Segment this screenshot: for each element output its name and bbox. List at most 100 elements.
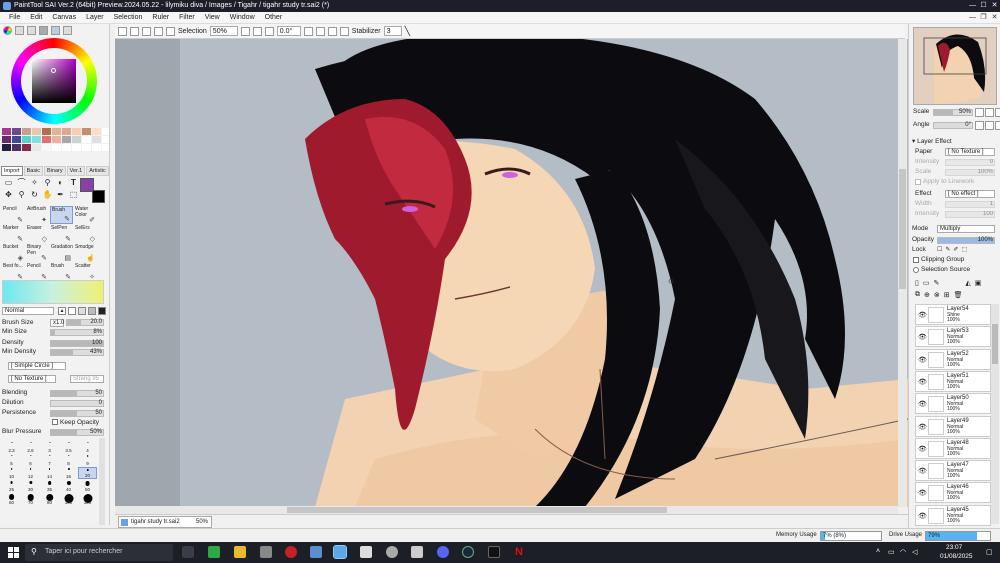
menu-edit[interactable]: Edit <box>25 12 47 23</box>
rotate-left-icon[interactable] <box>303 26 313 36</box>
menu-ruler[interactable]: Ruler <box>147 12 174 23</box>
rotate-reset-icon[interactable] <box>327 26 337 36</box>
redo-icon[interactable] <box>130 26 139 36</box>
visibility-eye-icon[interactable]: 👁 <box>918 311 927 319</box>
nav-scale-slider[interactable]: 50% <box>933 109 973 116</box>
color-fill-icon[interactable]: ◐ <box>55 178 66 188</box>
eyedropper-icon[interactable]: ⚲ <box>42 178 53 188</box>
menu-layer[interactable]: Layer <box>81 12 109 23</box>
layer-row[interactable]: 👁 Layer52 Normal 100% <box>915 348 991 370</box>
swatch-icon[interactable] <box>39 26 48 35</box>
layer-row[interactable]: 👁 Layer47 Normal 100% <box>915 460 991 482</box>
brush-size-preset[interactable]: 4 <box>78 441 97 453</box>
new-folder-icon[interactable]: ▭ <box>923 279 930 287</box>
tool-gradation[interactable]: Gradation ▤ <box>50 244 73 262</box>
invert-selection-icon[interactable] <box>154 26 163 36</box>
brush-size-preset[interactable]: 80 <box>40 493 59 505</box>
wifi-icon[interactable]: ◠ <box>900 548 906 556</box>
brush-size-preset[interactable]: 100 <box>59 493 78 505</box>
visibility-eye-icon[interactable]: 👁 <box>918 378 927 386</box>
line-tool-icon[interactable]: ╲ <box>405 26 410 37</box>
tool-watercolor[interactable]: Water Color ✐ <box>74 206 97 224</box>
taskbar-date[interactable]: 01/08/2025 <box>940 553 973 560</box>
tool-brush[interactable]: Brush ✎ <box>50 206 73 224</box>
new-pen-layer-icon[interactable]: ✎ <box>933 279 939 287</box>
mixer-icon[interactable] <box>63 26 72 35</box>
document-tab[interactable]: tigahr study tr.sai2 50% <box>118 516 212 528</box>
brush-size-preset[interactable]: 8 <box>59 454 78 466</box>
network-icon[interactable]: ▭ <box>888 548 895 556</box>
rotate-right-icon[interactable] <box>315 26 325 36</box>
shape-solid-icon[interactable] <box>98 307 106 315</box>
epic-games-icon[interactable] <box>488 546 500 558</box>
tool-airbrush[interactable]: AirBrush ✦ <box>26 206 49 224</box>
nav-rotate-reset-icon[interactable] <box>995 121 1000 130</box>
tool-best-for[interactable]: Best fo... ✎ <box>2 263 25 281</box>
nav-zoom-in-icon[interactable] <box>985 108 994 117</box>
maximize-icon[interactable]: ☐ <box>978 0 989 12</box>
layer-opacity-slider[interactable]: 100% <box>937 237 995 244</box>
tool-smudge[interactable]: Smudge ☝ <box>74 244 97 262</box>
rect-select-icon[interactable]: ▭ <box>3 178 14 188</box>
shape-triangle-icon[interactable]: ▲ <box>58 307 66 315</box>
color-swatches[interactable] <box>2 128 109 158</box>
scratchpad-icon[interactable] <box>51 26 60 35</box>
layer-scroll-thumb[interactable] <box>992 324 998 364</box>
lock-alpha-icon[interactable]: ✐ <box>953 246 958 253</box>
effect-select[interactable]: [ No effect ] <box>945 190 995 198</box>
visibility-eye-icon[interactable]: 👁 <box>918 423 927 431</box>
brush-size-preset[interactable]: 9 <box>78 454 97 466</box>
nav-zoom-out-icon[interactable] <box>975 108 984 117</box>
stabilizer-field[interactable]: 3 <box>383 26 402 36</box>
taskbar-app-circle-icon[interactable] <box>386 546 398 558</box>
taskbar-app-blue-icon[interactable] <box>310 546 322 558</box>
clear-layer-icon[interactable]: ⊗ <box>934 291 940 299</box>
task-view-icon[interactable] <box>182 546 194 558</box>
discord-icon[interactable] <box>437 546 449 558</box>
brush-size-preset[interactable]: 6 <box>21 454 40 466</box>
mask-icon[interactable]: ◭ <box>965 279 970 287</box>
color-wheel-mode-icon[interactable] <box>3 26 12 35</box>
lock-all-icon[interactable]: ⬚ <box>961 246 967 253</box>
layer-row[interactable]: 👁 Layer49 Normal 100% <box>915 415 991 437</box>
shape-round-icon[interactable] <box>68 307 76 315</box>
secondary-color-swatch[interactable] <box>92 190 105 203</box>
visibility-eye-icon[interactable]: 👁 <box>918 333 927 341</box>
layer-row[interactable]: 👁 Layer50 Normal 100% <box>915 393 991 415</box>
brush-texture-select[interactable]: [ No Texture ] <box>8 375 56 383</box>
zoom-in-icon[interactable] <box>252 26 262 36</box>
nav-angle-slider[interactable]: 0° <box>933 122 973 129</box>
visibility-eye-icon[interactable]: 👁 <box>918 467 927 475</box>
keep-opacity-checkbox[interactable] <box>52 419 58 425</box>
dilution-slider[interactable]: 0 <box>50 400 104 407</box>
lock-pixels-icon[interactable]: ☐ <box>937 246 942 253</box>
paper-scale-slider[interactable]: 100% <box>945 169 995 176</box>
magic-wand-icon[interactable]: ✧ <box>29 178 40 188</box>
tab-import[interactable]: Import <box>1 166 23 176</box>
tab-ver1[interactable]: Ver.1 <box>66 166 86 176</box>
copy-layer-icon[interactable]: ⧉ <box>915 291 920 299</box>
blend-mode-select[interactable]: Normal <box>2 307 54 315</box>
tool-selers[interactable]: SelErs ◇ <box>74 225 97 243</box>
navigator-preview[interactable] <box>913 27 997 105</box>
doc-close-icon[interactable]: ✕ <box>989 12 1000 24</box>
persistence-slider[interactable]: 50 <box>50 410 104 417</box>
rotate-icon[interactable]: ↻ <box>29 190 40 200</box>
lasso-icon[interactable]: ⌒ <box>16 178 27 188</box>
zoom-out-icon[interactable] <box>240 26 250 36</box>
nav-zoom-reset-icon[interactable] <box>995 108 1000 117</box>
painttool-sai-icon[interactable] <box>333 545 347 559</box>
brush-size-preset[interactable]: 30 <box>21 480 40 492</box>
menu-window[interactable]: Window <box>225 12 260 23</box>
layer-row[interactable]: 👁 Layer54 Shine 100% <box>915 304 991 325</box>
min-size-slider[interactable]: 8% <box>50 329 104 336</box>
combine-icon[interactable]: ⊞ <box>944 291 950 299</box>
hsv-slider-icon[interactable] <box>27 26 36 35</box>
density-slider[interactable]: 100 <box>50 340 104 347</box>
layer-row[interactable]: 👁 Layer46 Normal 100% <box>915 482 991 504</box>
tool-selpen[interactable]: SelPen ✎ <box>50 225 73 243</box>
tray-chevron-icon[interactable]: ˄ <box>876 548 880 555</box>
canvas-vertical-scrollbar[interactable] <box>898 39 907 507</box>
nav-rotate-right-icon[interactable] <box>985 121 994 130</box>
deselect-icon[interactable] <box>142 26 151 36</box>
